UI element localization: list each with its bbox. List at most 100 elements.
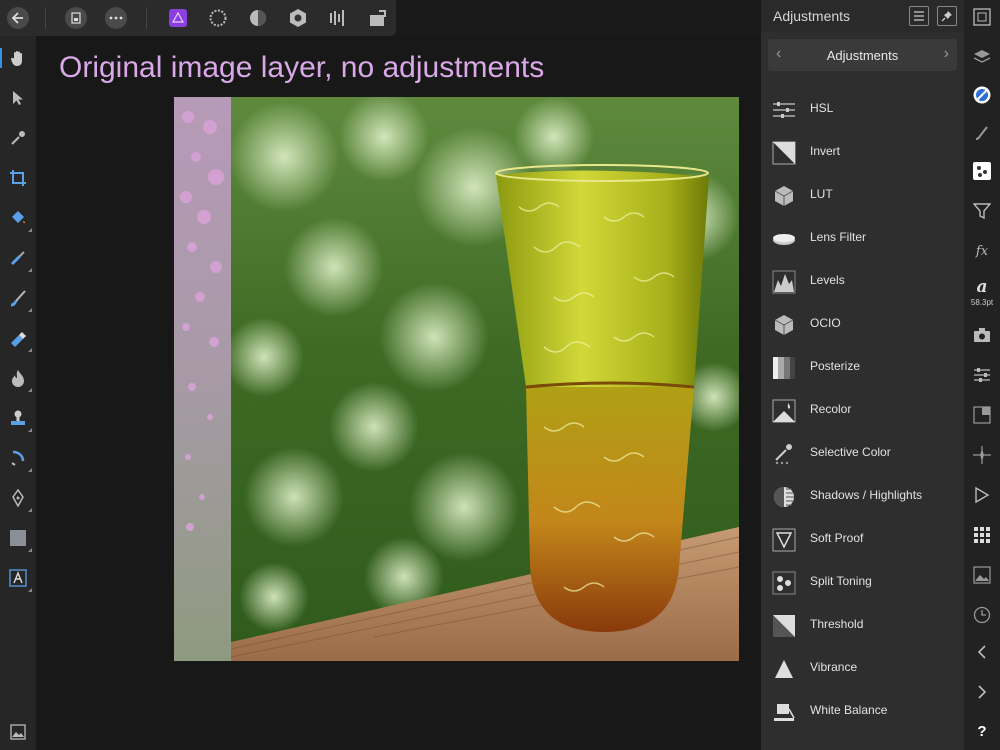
rectangle-tool[interactable] (6, 526, 32, 552)
tone-mapping-persona-button[interactable] (288, 8, 308, 28)
layers-icon (973, 50, 991, 63)
stock-button[interactable] (971, 564, 993, 586)
sliders-icon (974, 368, 990, 382)
adjustment-item-levels[interactable]: Levels (761, 260, 964, 303)
adjustment-label: Invert (810, 144, 841, 158)
develop-persona-button[interactable] (248, 8, 268, 28)
adjustment-item-lens-filter[interactable]: Lens Filter (761, 217, 964, 260)
more-button[interactable] (105, 7, 127, 29)
flame-icon (12, 370, 24, 387)
hsl-icon (772, 98, 796, 122)
adjustments-studio-button[interactable] (971, 160, 993, 182)
adjustment-item-hsl[interactable]: HSL (761, 88, 964, 131)
text-tool[interactable] (6, 566, 32, 592)
healing-tool[interactable] (6, 446, 32, 472)
color-button[interactable] (971, 84, 993, 106)
channels-button[interactable] (971, 404, 993, 426)
adjustment-label: Levels (810, 273, 845, 287)
photo-layer[interactable] (174, 97, 739, 661)
snapshots-button[interactable] (971, 324, 993, 346)
selection-brush-tool[interactable] (6, 246, 32, 272)
history-button[interactable] (971, 604, 993, 626)
share-icon (370, 10, 386, 26)
macro-button[interactable] (971, 484, 993, 506)
brushes-button[interactable] (971, 122, 993, 144)
hand-icon (10, 51, 22, 66)
healing-icon (11, 450, 25, 466)
adjustment-label: OCIO (810, 316, 841, 330)
filters-button[interactable] (971, 200, 993, 222)
vibrance-icon (772, 657, 796, 681)
photo-persona-button[interactable] (168, 8, 188, 28)
adjustment-item-selective-color[interactable]: Selective Color (761, 432, 964, 475)
share-button[interactable] (368, 8, 388, 28)
white-balance-icon (772, 700, 796, 724)
adjustment-item-threshold[interactable]: Threshold (761, 604, 964, 647)
adjustment-item-shadows-highlights[interactable]: Shadows / Highlights (761, 475, 964, 518)
adjustment-item-recolor[interactable]: Recolor (761, 389, 964, 432)
panel-title: Adjustments (773, 8, 851, 24)
pen-tool[interactable] (6, 486, 32, 512)
adjustment-label: HSL (810, 101, 834, 115)
adjustment-item-white-balance[interactable]: White Balance (761, 690, 964, 733)
crop-tool[interactable] (6, 166, 30, 190)
transform-button[interactable] (971, 444, 993, 466)
layers-button[interactable] (971, 46, 993, 68)
character-a-icon: a (976, 277, 988, 297)
liquify-persona-button[interactable] (208, 8, 228, 28)
adjustment-label: White Balance (810, 703, 888, 717)
adjustment-item-posterize[interactable]: Posterize (761, 346, 964, 389)
help-icon: ? (977, 722, 987, 740)
clone-tool[interactable] (6, 406, 32, 432)
erase-brush-tool[interactable] (6, 326, 32, 352)
effects-button[interactable]: fx (971, 240, 993, 262)
redo-button[interactable] (971, 681, 993, 703)
tools-panel (0, 36, 36, 750)
panel-menu-button[interactable] (909, 6, 929, 26)
paint-brush-tool[interactable] (6, 286, 32, 312)
export-persona-button[interactable] (328, 8, 348, 28)
paint-bucket-icon (12, 211, 25, 224)
adjustment-item-ocio[interactable]: OCIO (761, 303, 964, 346)
adjustment-item-invert[interactable]: Invert (761, 131, 964, 174)
liquify-persona-icon (209, 9, 227, 27)
play-icon (975, 486, 990, 504)
document-button[interactable] (65, 7, 87, 29)
rectangle-shape-icon (10, 530, 26, 546)
adjustment-label: Soft Proof (810, 531, 864, 545)
adjustment-item-soft-proof[interactable]: Soft Proof (761, 518, 964, 561)
undo-button[interactable] (971, 641, 993, 663)
top-toolbar (0, 0, 396, 36)
text-frame-icon (9, 569, 27, 587)
color-picker-tool[interactable] (6, 126, 30, 150)
pin-panel-button[interactable] (937, 6, 957, 26)
help-button[interactable]: ? (971, 720, 993, 742)
image-settings-button[interactable] (6, 720, 30, 744)
character-button[interactable]: a (971, 276, 993, 298)
image-icon (10, 724, 26, 740)
shadows-highlights-icon (772, 485, 796, 509)
category-title: Adjustments (826, 48, 899, 63)
back-button[interactable] (7, 7, 29, 29)
chevron-right-icon[interactable]: › (944, 45, 949, 63)
adjustment-item-split-toning[interactable]: Split Toning (761, 561, 964, 604)
invert-icon (772, 141, 796, 165)
adjustment-label: Posterize (810, 359, 861, 373)
lens-filter-icon (772, 227, 796, 251)
adjustment-label: Selective Color (810, 445, 891, 459)
flood-fill-tool[interactable] (6, 206, 32, 232)
adjustment-item-gradient-map[interactable]: Gradient Map (761, 78, 964, 88)
transform-panel-button[interactable] (971, 364, 993, 386)
move-tool[interactable] (6, 86, 30, 110)
library-button[interactable] (971, 524, 993, 546)
navigator-icon (973, 8, 991, 26)
chevron-left-icon (977, 645, 986, 659)
navigator-button[interactable] (971, 6, 993, 28)
photo-persona-icon (169, 9, 187, 27)
panel-header: Adjustments (761, 0, 964, 32)
adjustment-item-vibrance[interactable]: Vibrance (761, 647, 964, 690)
dodge-burn-tool[interactable] (6, 366, 32, 392)
hand-tool[interactable] (0, 46, 30, 70)
glass-photo (174, 97, 739, 661)
adjustment-item-lut[interactable]: LUT (761, 174, 964, 217)
